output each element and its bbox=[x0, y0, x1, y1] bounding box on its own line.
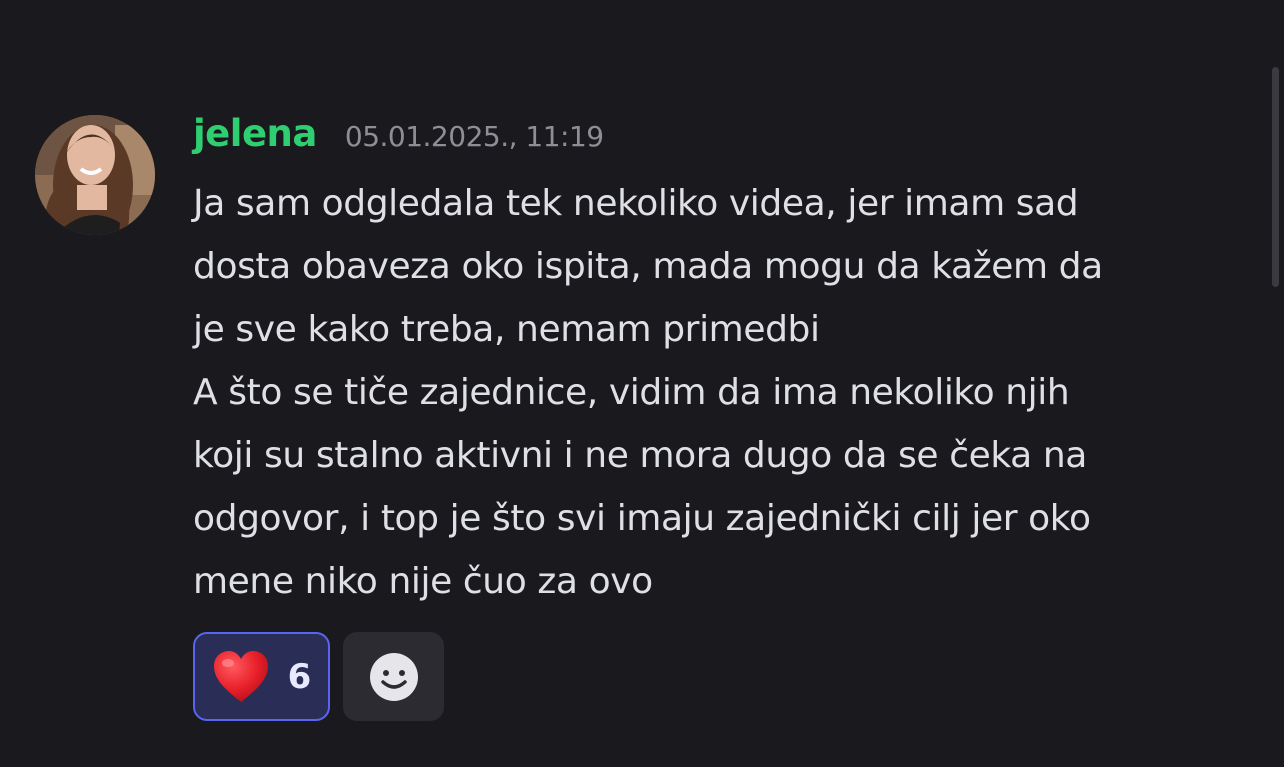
message-line: Ja sam odgledala tek nekoliko videa, jer… bbox=[193, 183, 1079, 224]
chat-message: jelena 05.01.2025., 11:19 Ja sam odgleda… bbox=[35, 112, 1245, 732]
username[interactable]: jelena bbox=[193, 112, 317, 155]
avatar[interactable] bbox=[35, 115, 155, 235]
message-header: jelena 05.01.2025., 11:19 bbox=[193, 112, 1233, 164]
message-body: Ja sam odgledala tek nekoliko videa, jer… bbox=[193, 172, 1233, 613]
heart-reaction-button[interactable]: 6 bbox=[193, 632, 330, 721]
add-reaction-button[interactable] bbox=[343, 632, 444, 721]
message-line: A što se tiče zajednice, vidim da ima ne… bbox=[193, 372, 1070, 413]
message-line: je sve kako treba, nemam primedbi bbox=[193, 309, 820, 350]
message-line: koji su stalno aktivni i ne mora dugo da… bbox=[193, 435, 1087, 476]
avatar-image bbox=[35, 115, 155, 235]
message-content: jelena 05.01.2025., 11:19 Ja sam odgleda… bbox=[193, 112, 1233, 613]
smiley-face-icon bbox=[369, 652, 418, 701]
heart-icon bbox=[213, 650, 268, 702]
scrollbar[interactable] bbox=[1272, 67, 1279, 287]
message-line: dosta obaveza oko ispita, mada mogu da k… bbox=[193, 246, 1103, 287]
timestamp: 05.01.2025., 11:19 bbox=[344, 120, 604, 153]
message-line: odgovor, i top je što svi imaju zajednič… bbox=[193, 498, 1091, 539]
message-line: mene niko nije čuo za ovo bbox=[193, 561, 653, 602]
reactions-bar: 6 bbox=[193, 632, 444, 721]
reaction-count: 6 bbox=[287, 656, 312, 697]
